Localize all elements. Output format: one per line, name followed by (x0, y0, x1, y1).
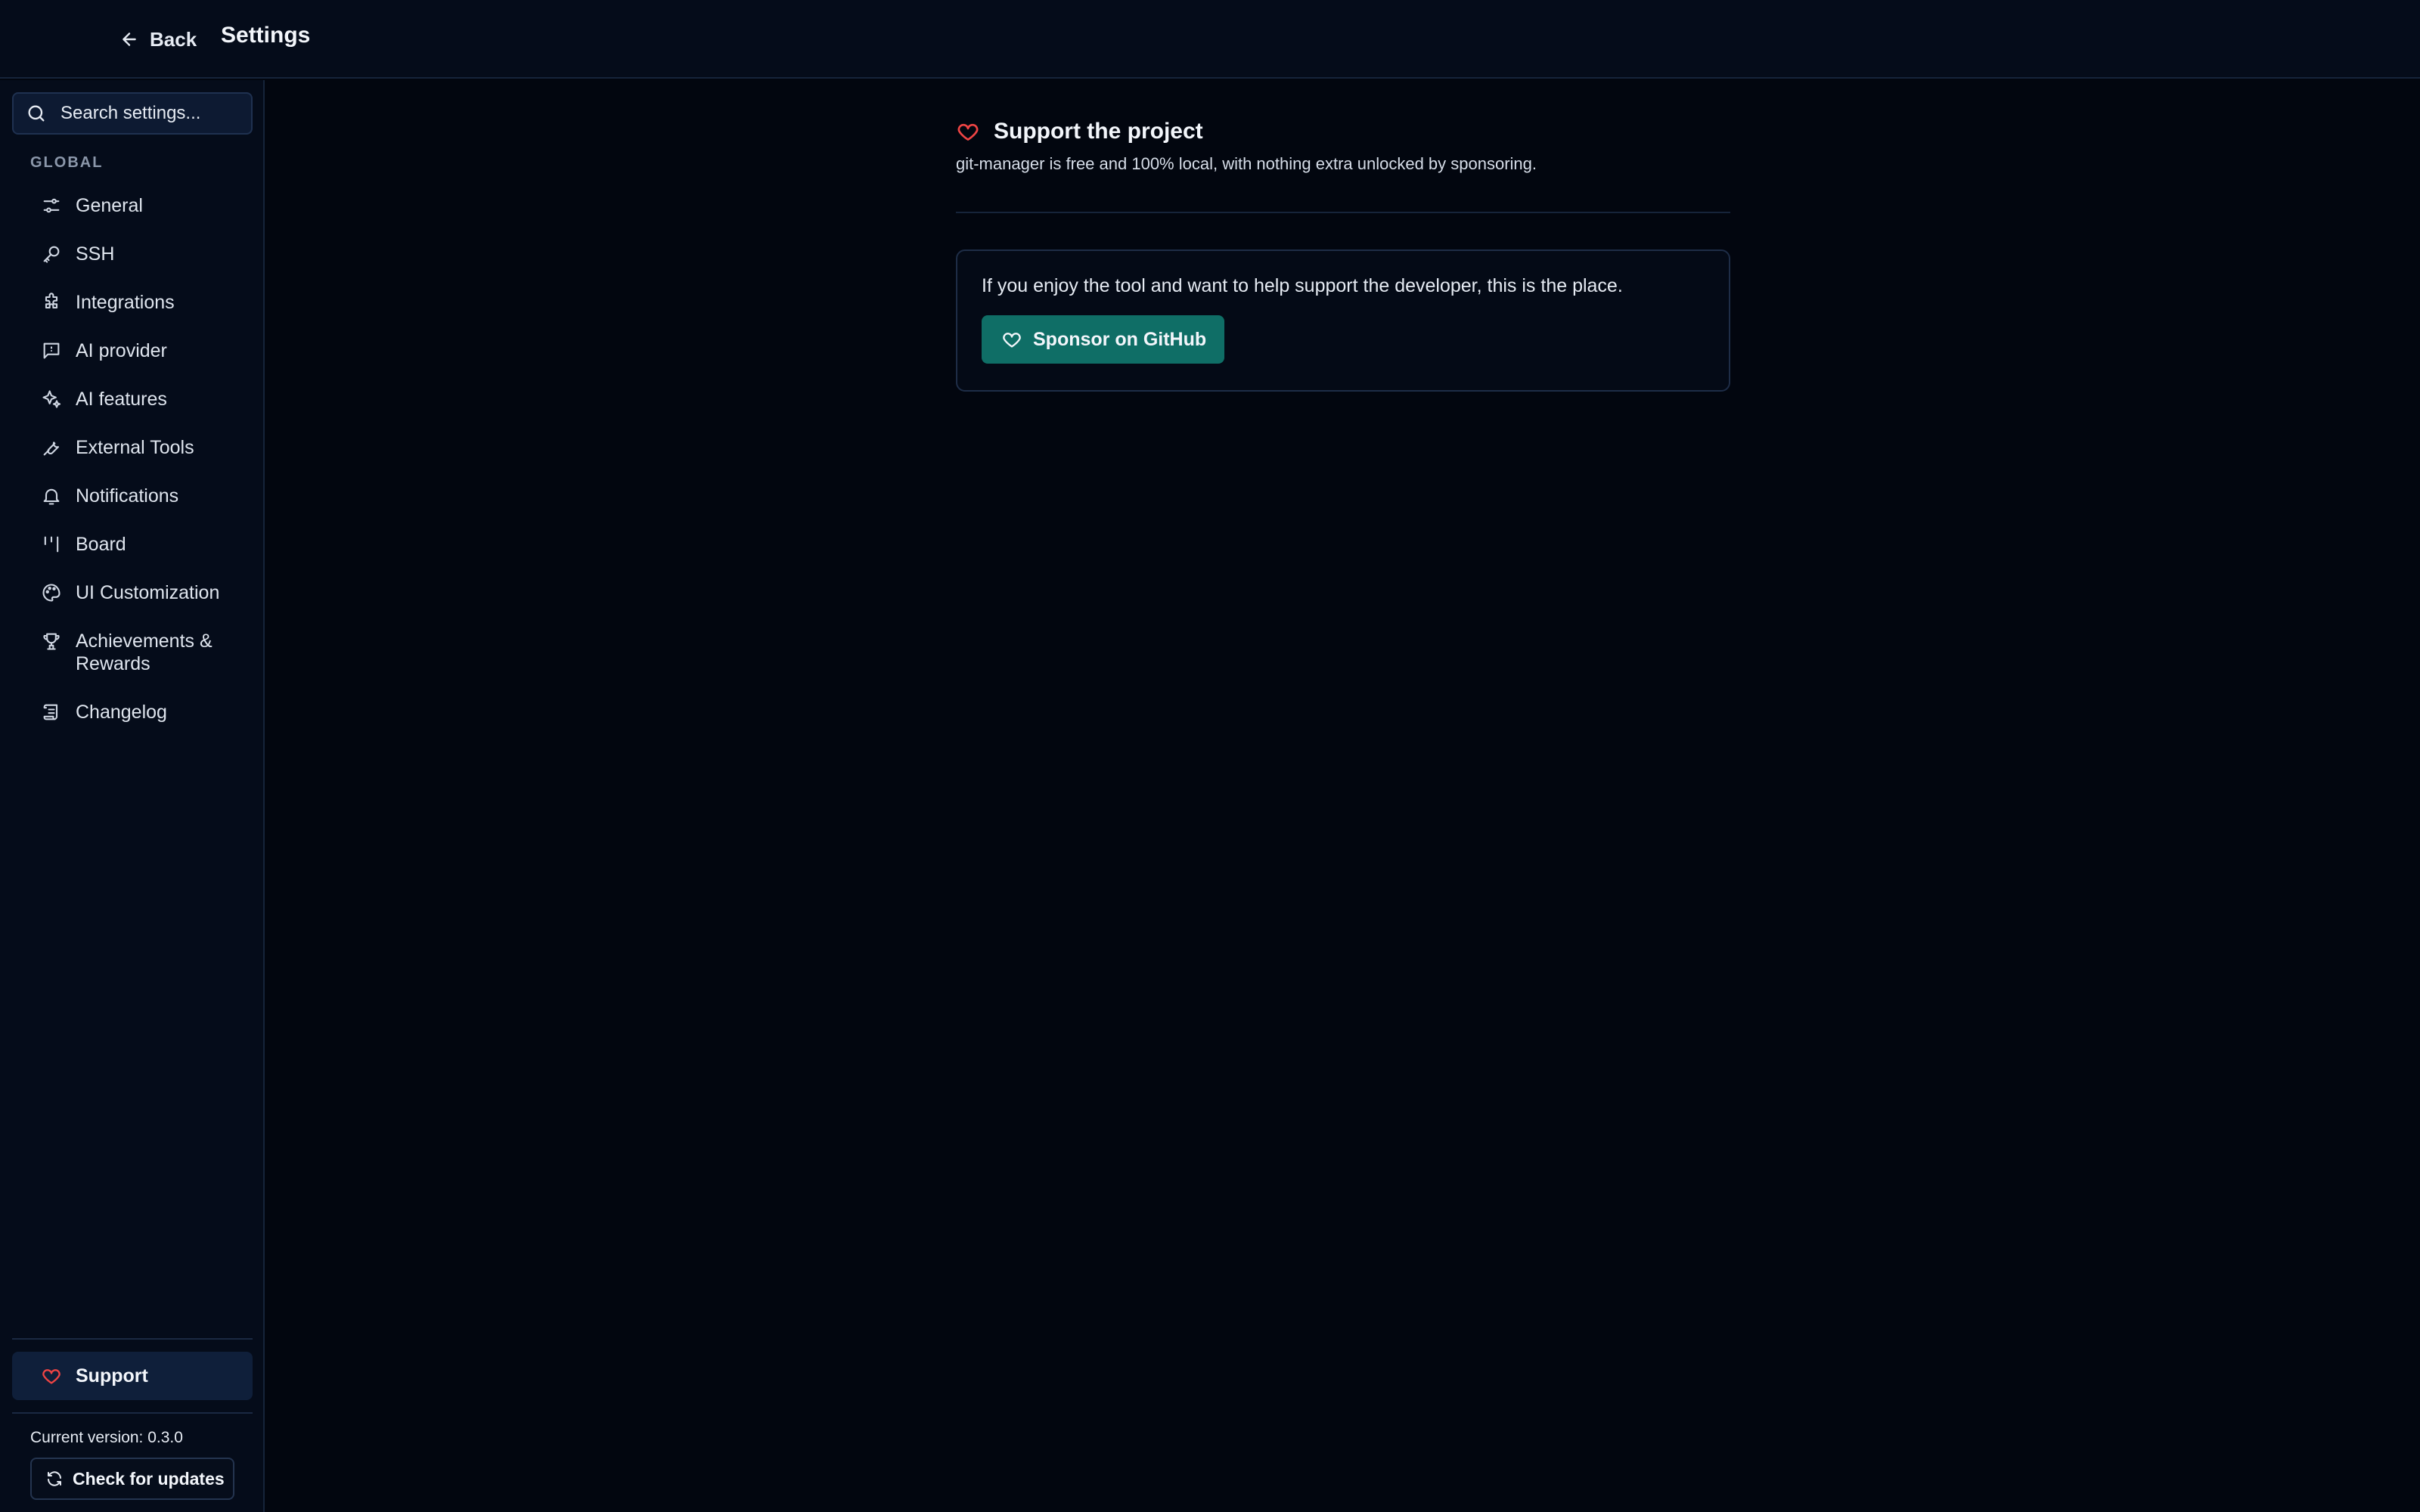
sidebar-item-label: Achievements & Rewards (76, 631, 213, 674)
section-label-global: GLOBAL (30, 154, 104, 171)
sponsor-on-github-button[interactable]: Sponsor on GitHub (982, 315, 1225, 364)
puzzle-icon (45, 293, 58, 309)
sidebar-item-label: Changelog (76, 702, 167, 723)
arrow-left-icon (123, 33, 136, 46)
heart-icon (957, 123, 979, 141)
sidebar-item-label: AI features (76, 389, 167, 410)
settings-sidebar: GLOBAL General SSH Integrations AI provi… (0, 80, 265, 1512)
sponsor-card: If you enjoy the tool and want to help s… (956, 249, 1730, 392)
sidebar-item-general[interactable]: General (12, 181, 253, 230)
sponsor-card-text: If you enjoy the tool and want to help s… (982, 275, 1623, 296)
sidebar-item-label: SSH (76, 243, 115, 265)
refresh-icon (48, 1471, 61, 1486)
content-divider (956, 212, 1730, 213)
sidebar-item-label: Notifications (76, 485, 179, 507)
sidebar-item-label: UI Customization (76, 582, 220, 603)
sidebar-item-support[interactable]: Support (12, 1352, 253, 1400)
scroll-icon (43, 704, 58, 720)
back-button[interactable]: Back (119, 24, 197, 54)
page-title: Settings (221, 23, 311, 48)
sidebar-item-label: AI provider (76, 340, 167, 361)
sidebar-item-notifications[interactable]: Notifications (12, 472, 253, 520)
sidebar-item-label: Board (76, 534, 126, 555)
sparkles-icon (42, 390, 61, 408)
sidebar-item-label: Support (76, 1365, 148, 1387)
settings-nav: General SSH Integrations AI provider AI … (12, 181, 253, 736)
search-input[interactable] (60, 103, 242, 124)
wrench-icon (43, 442, 60, 456)
search-icon (28, 105, 45, 122)
check-updates-button[interactable]: Check for updates (30, 1458, 234, 1500)
sidebar-item-ui-customization[interactable]: UI Customization (12, 569, 253, 617)
sponsor-button-label: Sponsor on GitHub (1033, 328, 1207, 350)
sidebar-item-changelog[interactable]: Changelog (12, 688, 253, 736)
section-title: Support the project (994, 119, 1203, 144)
sidebar-item-label: External Tools (76, 437, 194, 458)
search-box[interactable] (12, 92, 253, 135)
sidebar-item-external-tools[interactable]: External Tools (12, 423, 253, 472)
key-icon (43, 246, 60, 263)
section-description: git-manager is free and 100% local, with… (956, 154, 1537, 173)
bell-icon (43, 488, 60, 505)
sidebar-item-board[interactable]: Board (12, 520, 253, 569)
sidebar-item-integrations[interactable]: Integrations (12, 278, 253, 327)
sidebar-item-achievements[interactable]: Achievements & Rewards (12, 617, 253, 688)
sidebar-item-ai-provider[interactable]: AI provider (12, 327, 253, 375)
sliders-icon (43, 198, 60, 213)
palette-icon (42, 584, 60, 602)
check-updates-label: Check for updates (73, 1468, 225, 1489)
back-label: Back (150, 27, 197, 51)
support-section: Support the project git-manager is free … (956, 116, 1730, 392)
sidebar-item-ssh[interactable]: SSH (12, 230, 253, 278)
heart-icon (1003, 333, 1021, 348)
sidebar-item-label: Integrations (76, 292, 175, 313)
section-header: Support the project (956, 116, 1730, 147)
kanban-icon (44, 536, 59, 553)
sidebar-item-label: General (76, 195, 143, 216)
sidebar-item-ai-features[interactable]: AI features (12, 375, 253, 423)
sidebar-divider (12, 1412, 253, 1414)
trophy-icon (43, 633, 60, 650)
heart-icon (42, 1369, 60, 1384)
sidebar-divider (12, 1338, 253, 1340)
version-text: Current version: 0.3.0 (30, 1429, 183, 1446)
message-square-icon (43, 342, 60, 359)
top-bar: Back Settings (0, 0, 2420, 79)
